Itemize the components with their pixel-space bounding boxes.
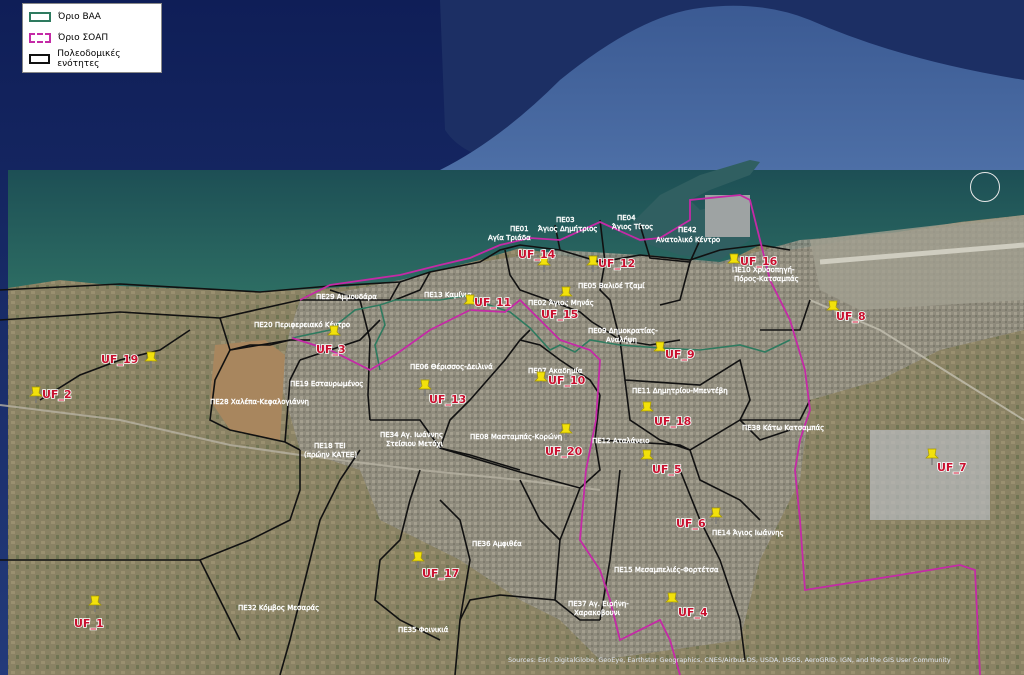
marker-label-uf3: UF_3	[316, 343, 346, 356]
unit-label-pe18: ΠΕ18 ΤΕΙ	[314, 442, 346, 450]
marker-label-uf13: UF_13	[429, 393, 466, 406]
unit-label-pe03b: Άγιος Δημήτριος	[538, 225, 598, 233]
marker-label-uf1: UF_1	[74, 617, 104, 630]
legend-swatch-vaa	[29, 12, 51, 22]
unit-label-pe32: ΠΕ32 Κόμβος Μεσαράς	[238, 604, 319, 612]
unit-label-pe19: ΠΕ19 Εσταυρωμένος	[290, 380, 363, 388]
marker-label-uf20: UF_20	[545, 445, 583, 458]
unit-label-pe15: ΠΕ15 Μεσαμπελιές-Φορτέτσα	[614, 566, 719, 574]
legend-label-units: Πολεοδομικές ενότητες	[57, 49, 121, 69]
unit-label-pe42: ΠΕ42	[678, 226, 697, 234]
unit-label-pe29: ΠΕ29 Αμμουδάρα	[316, 293, 377, 301]
legend-swatch-soap	[29, 33, 51, 43]
unit-label-pe01b: Αγία Τριάδα	[488, 234, 531, 242]
legend-item-vaa: Όριο ΒΑΑ	[29, 10, 101, 24]
unit-label-pe37: ΠΕ37 Αγ. Ειρήνη-	[568, 600, 629, 608]
marker-label-uf6: UF_6	[676, 517, 706, 530]
legend-label-vaa: Όριο ΒΑΑ	[58, 12, 101, 22]
unit-label-pe04b: Άγιος Τίτος	[612, 223, 653, 231]
marker-label-uf15: UF_15	[541, 308, 578, 321]
legend-label-soap: Όριο ΣΟΑΠ	[58, 33, 109, 43]
marker-uf2[interactable]: UF_2	[29, 386, 72, 404]
marker-label-uf7: UF_7	[937, 461, 967, 474]
marker-label-uf16: UF_16	[740, 255, 778, 268]
unit-label-pe06: ΠΕ06 Θέρισσος-Δειλινά	[410, 363, 493, 371]
legend-swatch-units	[29, 54, 51, 64]
marker-label-uf12: UF_12	[598, 257, 635, 270]
unit-label-pe10b: Πόρος-Κατσαμπάς	[734, 275, 799, 283]
unit-label-pe09: ΠΕ09 Δημοκρατίας-	[588, 327, 658, 335]
unit-label-pe03: ΠΕ03	[556, 216, 575, 224]
port-docks	[705, 195, 750, 237]
marker-label-uf4: UF_4	[678, 606, 708, 619]
unit-label-pe28: ΠΕ28 Χαλέπα-Κεφαλογιάννη	[210, 398, 309, 406]
marker-label-uf18: UF_18	[654, 415, 691, 428]
marker-label-uf2: UF_2	[42, 388, 72, 401]
legend-item-soap: Όριο ΣΟΑΠ	[29, 31, 108, 45]
compass-icon[interactable]	[970, 172, 1000, 202]
map-attribution: Sources: Esri, DigitalGlobe, GeoEye, Ear…	[508, 656, 951, 664]
industrial-area	[870, 430, 990, 520]
marker-label-uf17: UF_17	[422, 567, 459, 580]
marker-label-uf8: UF_8	[836, 310, 866, 323]
unit-label-pe38: ΠΕ38 Κάτω Κατσαμπάς	[742, 424, 824, 432]
marker-label-uf10: UF_10	[548, 374, 586, 387]
unit-label-pe02: ΠΕ02 Άγιος Μηνάς	[528, 299, 594, 307]
unit-label-pe13: ΠΕ13 Καμίνια	[424, 291, 472, 299]
unit-label-pe34b: Στείσιου Μετόχι	[386, 440, 444, 448]
unit-label-pe18b: (πρώην ΚΑΤΕΕ)	[304, 451, 357, 459]
unit-label-pe34: ΠΕ34 Αγ. Ιωάννης	[380, 431, 443, 439]
unit-label-pe04: ΠΕ04	[617, 214, 636, 222]
unit-label-pe14: ΠΕ14 Άγιος Ιωάννης	[712, 529, 784, 537]
unit-label-pe11: ΠΕ11 Δημητρίου-Μπεντέβη	[632, 387, 728, 395]
unit-label-pe36: ΠΕ36 Αμφιθέα	[472, 540, 522, 548]
marker-label-uf14: UF_14	[518, 248, 556, 261]
unit-label-pe35: ΠΕ35 Φοινικιά	[398, 626, 449, 634]
unit-label-pe09b: Αναλήψη	[606, 336, 637, 344]
legend-item-units: Πολεοδομικές ενότητες	[29, 49, 161, 69]
unit-label-pe08: ΠΕ08 Μασταμπάς-Κορώνη	[470, 433, 562, 441]
unit-label-pe12: ΠΕ12 Αταλάνειο	[592, 437, 650, 445]
marker-label-uf19: UF_19	[101, 353, 138, 366]
unit-label-pe01: ΠΕ01	[510, 225, 529, 233]
unit-label-pe37b: Χαρακοβουνι	[574, 609, 621, 617]
map-canvas[interactable]: ΠΕ01 Αγία Τριάδα ΠΕ03 Άγιος Δημήτριος ΠΕ…	[0, 0, 1024, 675]
marker-label-uf5: UF_5	[652, 463, 682, 476]
marker-label-uf11: UF_11	[474, 296, 511, 309]
unit-label-pe05: ΠΕ05 Βαλιδέ Τζαμί	[578, 282, 645, 290]
marker-label-uf9: UF_9	[665, 348, 695, 361]
unit-label-pe42b: Ανατολικό Κέντρο	[656, 236, 720, 244]
map-legend: Όριο ΒΑΑ Όριο ΣΟΑΠ Πολεοδομικές ενότητες	[22, 3, 162, 73]
